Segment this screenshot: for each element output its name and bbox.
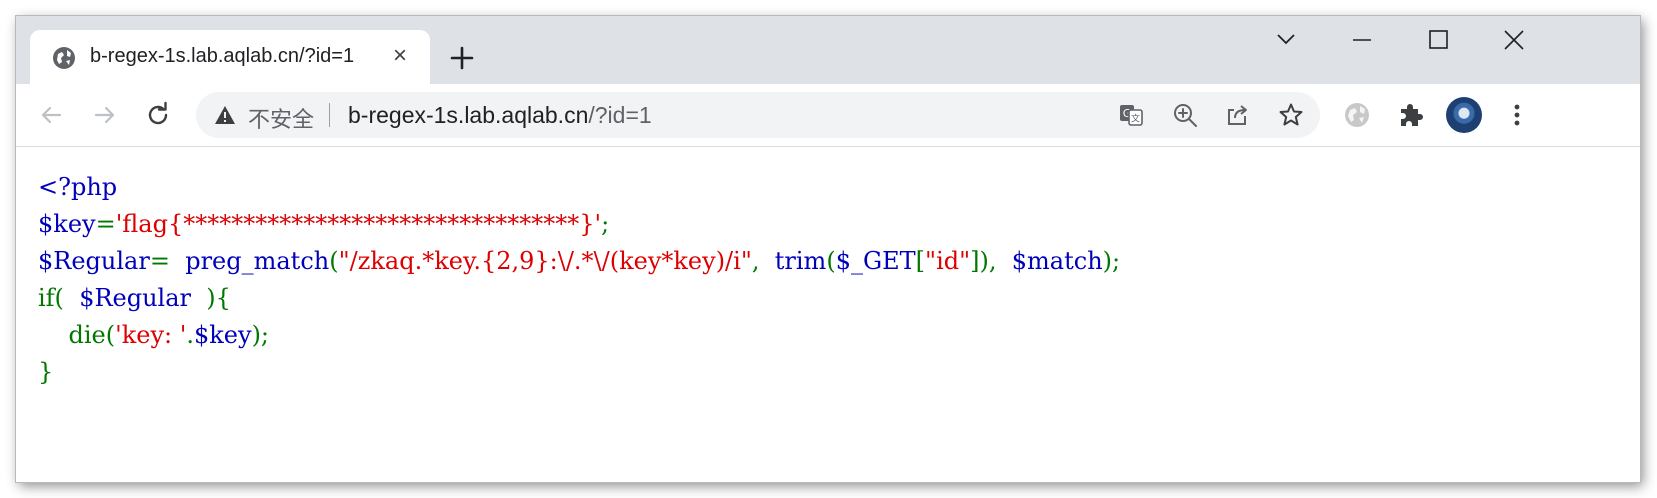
code-token-default: $match — [1004, 247, 1103, 275]
browser-toolbar: 不安全 b-regex-1s.lab.aqlab.cn/?id=1 G 文 — [16, 84, 1640, 147]
address-bar[interactable]: 不安全 b-regex-1s.lab.aqlab.cn/?id=1 G 文 — [196, 92, 1320, 138]
code-token-default: $key — [193, 321, 252, 349]
code-token-keyword: ]), — [970, 247, 1005, 275]
code-token-keyword: = — [95, 210, 116, 238]
code-token-keyword: } — [38, 358, 54, 386]
omnibox-divider — [329, 103, 330, 127]
php-source-code: <?php $key='flag{************************… — [38, 169, 1120, 391]
code-token-default: preg_match — [177, 247, 330, 275]
url-path: /?id=1 — [588, 102, 652, 128]
code-token-keyword: die( — [38, 321, 116, 349]
maximize-button[interactable] — [1414, 26, 1462, 54]
warning-icon[interactable] — [214, 104, 236, 126]
browser-window: b-regex-1s.lab.aqlab.cn/?id=1 × 不安全 b-re… — [16, 16, 1640, 482]
code-line: $Regular= preg_match("/zkaq.*key.{2,9}:\… — [38, 243, 1120, 280]
code-token-keyword: ){ — [198, 284, 231, 312]
puzzle-icon[interactable] — [1396, 100, 1426, 130]
translate-icon[interactable]: G 文 — [1118, 102, 1144, 128]
code-token-keyword: [ — [915, 247, 926, 275]
code-token-string: 'flag{*********************************}… — [115, 210, 602, 238]
code-token-keyword: ); — [1102, 247, 1121, 275]
code-line: <?php — [38, 169, 1120, 206]
share-icon[interactable] — [1225, 102, 1251, 128]
code-token-keyword: , — [751, 247, 768, 275]
extension-globe-icon[interactable] — [1342, 100, 1372, 130]
tab-search-button[interactable] — [1262, 26, 1310, 54]
back-button[interactable] — [36, 100, 66, 130]
minimize-button[interactable] — [1338, 26, 1386, 54]
forward-button[interactable] — [90, 100, 120, 130]
reload-button[interactable] — [143, 100, 173, 130]
url-text[interactable]: b-regex-1s.lab.aqlab.cn/?id=1 — [348, 102, 652, 129]
code-line: if( $Regular ){ — [38, 280, 1120, 317]
close-window-button[interactable] — [1490, 26, 1538, 54]
code-line: die('key: '.$key); — [38, 317, 1120, 354]
code-token-string: 'key: ' — [115, 321, 187, 349]
kebab-menu-icon[interactable] — [1502, 100, 1532, 130]
code-token-keyword: ( — [826, 247, 836, 275]
svg-text:文: 文 — [1131, 113, 1140, 125]
code-token-string: "id" — [925, 247, 971, 275]
code-token-keyword: . — [186, 321, 194, 349]
star-icon[interactable] — [1278, 102, 1304, 128]
code-token-default: <?php — [38, 173, 118, 201]
code-token-default: $_GET — [835, 247, 916, 275]
code-token-keyword: ; — [601, 210, 610, 238]
tab-active[interactable]: b-regex-1s.lab.aqlab.cn/?id=1 × — [30, 30, 430, 84]
code-token-string: "/zkaq.*key.{2,9}:\/.*\/(key*key)/i" — [338, 247, 752, 275]
new-tab-button[interactable] — [448, 44, 476, 72]
tab-strip: b-regex-1s.lab.aqlab.cn/?id=1 × — [16, 16, 1640, 84]
code-token-keyword: = — [149, 247, 178, 275]
code-token-default: $key — [38, 210, 96, 238]
url-host: b-regex-1s.lab.aqlab.cn — [348, 102, 589, 128]
code-line: $key='flag{*****************************… — [38, 206, 1120, 243]
code-line: } — [38, 354, 1120, 391]
tab-close-button[interactable]: × — [388, 44, 412, 68]
code-token-default: $Regular — [71, 284, 199, 312]
code-token-keyword: ); — [251, 321, 270, 349]
tab-title: b-regex-1s.lab.aqlab.cn/?id=1 — [90, 45, 355, 67]
code-token-default: $Regular — [38, 247, 150, 275]
zoom-in-icon[interactable] — [1172, 102, 1198, 128]
page-content: <?php $key='flag{************************… — [16, 147, 1640, 482]
code-token-keyword: if( — [38, 284, 72, 312]
avatar[interactable] — [1446, 97, 1482, 133]
code-token-default: trim — [767, 247, 827, 275]
security-label[interactable]: 不安全 — [248, 102, 314, 134]
globe-icon — [53, 47, 75, 69]
code-token-keyword: ( — [329, 247, 339, 275]
